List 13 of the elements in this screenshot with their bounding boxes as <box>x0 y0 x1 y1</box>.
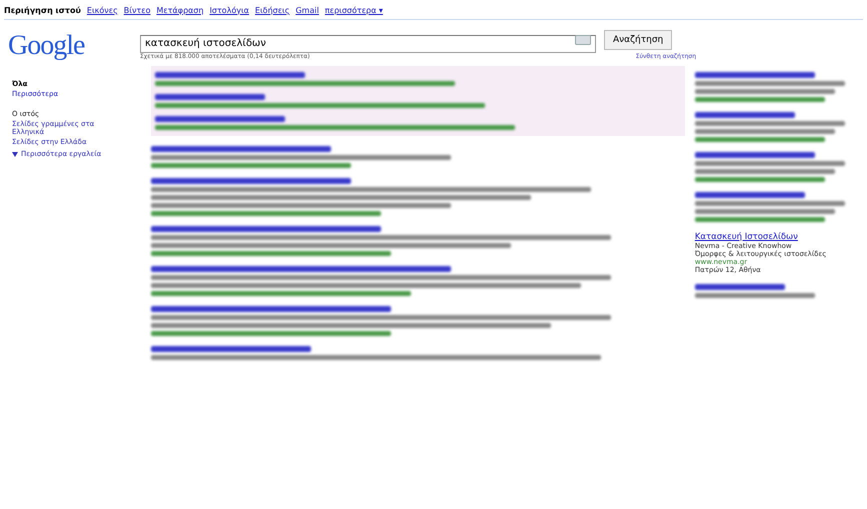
caret-icon[interactable] <box>12 152 18 156</box>
nav-link[interactable]: Εικόνες <box>86 6 118 15</box>
nav-link[interactable]: περισσότερα ▾ <box>324 6 383 15</box>
google-logo: Google <box>8 30 86 62</box>
search-field[interactable]: κατασκευή ιστοσελίδων <box>140 34 596 52</box>
nav-link[interactable]: Μετάφραση <box>156 6 204 15</box>
nav-link[interactable]: Βίντεο <box>124 6 150 15</box>
nav-link[interactable]: Gmail <box>296 6 319 15</box>
nav-link[interactable]: Ιστολόγια <box>210 6 250 15</box>
search-button[interactable]: Αναζήτηση <box>604 30 672 50</box>
nav-link[interactable]: Ειδήσεις <box>255 6 290 15</box>
ad-title-link[interactable]: Κατασκευή Ιστοσελίδων <box>694 232 863 242</box>
nav-link[interactable]: Περιήγηση ιστού <box>4 6 81 15</box>
